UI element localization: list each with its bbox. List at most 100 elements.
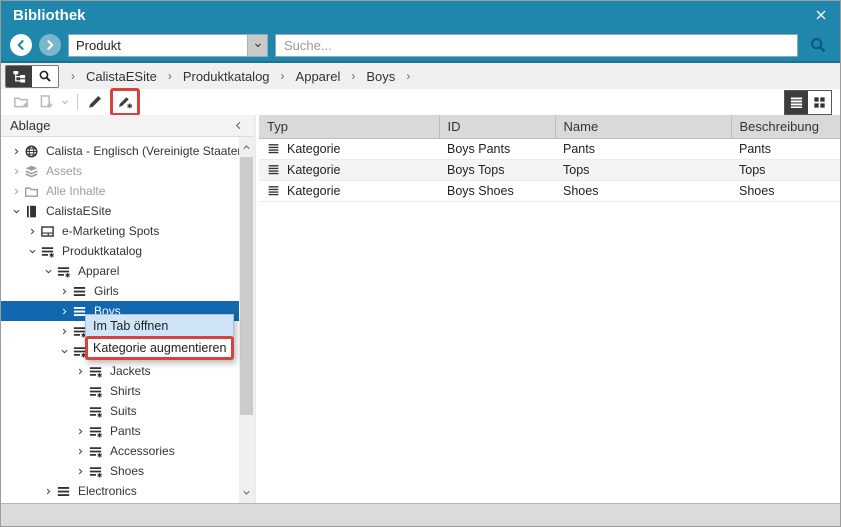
tree-item-assets[interactable]: Assets bbox=[1, 161, 239, 181]
toolbar bbox=[1, 89, 840, 115]
chevron-down-icon[interactable] bbox=[247, 35, 267, 56]
forward-button[interactable] bbox=[39, 34, 61, 56]
chevron-right-icon[interactable] bbox=[73, 446, 88, 457]
explorer-mode-toggle bbox=[5, 65, 59, 88]
tree-item-calista-englisch-vereinigte-staaten[interactable]: Calista - Englisch (Vereinigte Staaten) bbox=[1, 141, 239, 161]
tree-view-toggle-button[interactable] bbox=[6, 66, 32, 87]
dropdown-chevron-button[interactable] bbox=[57, 91, 72, 113]
tree-item-girls[interactable]: Girls bbox=[1, 281, 239, 301]
lines-star-icon bbox=[56, 264, 72, 279]
column-header[interactable]: ID bbox=[439, 115, 555, 138]
scroll-down-icon[interactable] bbox=[239, 485, 254, 500]
tree-scrollbar[interactable] bbox=[239, 137, 254, 503]
view-toggle-group bbox=[784, 90, 832, 115]
column-header[interactable]: Name bbox=[555, 115, 731, 138]
cell-id: Boys Tops bbox=[439, 159, 555, 180]
cell-name: Pants bbox=[555, 138, 731, 159]
table-row[interactable]: KategorieBoys ShoesShoesShoes bbox=[259, 180, 840, 201]
breadcrumb-separator: › bbox=[71, 69, 75, 83]
tree-item-e-marketing-spots[interactable]: e-Marketing Spots bbox=[1, 221, 239, 241]
augment-pencil-button[interactable] bbox=[113, 91, 137, 113]
list-view-button[interactable] bbox=[785, 91, 808, 114]
tree-item-alle-inhalte[interactable]: Alle Inhalte bbox=[1, 181, 239, 201]
breadcrumb-separator: › bbox=[281, 69, 285, 83]
breadcrumb-separator: › bbox=[351, 69, 355, 83]
tree-item-electronics[interactable]: Electronics bbox=[1, 481, 239, 501]
collapse-panel-icon[interactable] bbox=[232, 119, 245, 132]
breadcrumb-item[interactable]: Produktkatalog bbox=[183, 69, 270, 84]
breadcrumb-separator: › bbox=[168, 69, 172, 83]
tree-item-label: Electronics bbox=[78, 484, 137, 498]
tree-item-suits[interactable]: Suits bbox=[1, 401, 239, 421]
chevron-down-icon[interactable] bbox=[25, 246, 40, 257]
tree-item-label: Assets bbox=[46, 164, 82, 178]
tree-item-pants[interactable]: Pants bbox=[1, 421, 239, 441]
chevron-down-icon[interactable] bbox=[9, 206, 24, 217]
column-header[interactable]: Typ bbox=[259, 115, 439, 138]
table-row[interactable]: KategorieBoys TopsTopsTops bbox=[259, 159, 840, 180]
tree-item-apparel[interactable]: Apparel bbox=[1, 261, 239, 281]
chevron-right-icon[interactable] bbox=[73, 426, 88, 437]
back-button[interactable] bbox=[10, 34, 32, 56]
page-title: Bibliothek bbox=[13, 7, 86, 24]
tree-item-accessories[interactable]: Accessories bbox=[1, 441, 239, 461]
new-folder-button[interactable] bbox=[9, 91, 33, 113]
content-panel: TypIDNameBeschreibung KategorieBoys Pant… bbox=[256, 115, 840, 503]
lines-star-icon bbox=[88, 444, 104, 459]
layers-icon bbox=[24, 164, 40, 179]
column-header[interactable]: Beschreibung bbox=[731, 115, 840, 138]
library-window: Bibliothek Produkt › CalistaESite › Produkt… bbox=[0, 0, 841, 527]
breadcrumb-item[interactable]: Apparel bbox=[296, 69, 341, 84]
chevron-right-icon[interactable] bbox=[73, 366, 88, 377]
dropdown-chevron-icon bbox=[59, 96, 71, 108]
chevron-right-icon[interactable] bbox=[57, 306, 72, 317]
scrollbar-thumb[interactable] bbox=[240, 157, 253, 415]
breadcrumb-item[interactable]: CalistaESite bbox=[86, 69, 157, 84]
category-table: TypIDNameBeschreibung KategorieBoys Pant… bbox=[259, 115, 840, 202]
chevron-right-icon[interactable] bbox=[9, 146, 24, 157]
tree-item-label: CalistaESite bbox=[46, 204, 111, 218]
edit-pencil-icon bbox=[87, 94, 103, 110]
context-menu-item[interactable]: Kategorie augmentieren bbox=[86, 337, 233, 359]
chevron-down-icon[interactable] bbox=[41, 266, 56, 277]
tree-item-shirts[interactable]: Shirts bbox=[1, 381, 239, 401]
chevron-right-icon[interactable] bbox=[9, 186, 24, 197]
copy-add-button[interactable] bbox=[33, 91, 57, 113]
chevron-down-icon[interactable] bbox=[57, 346, 72, 357]
search-category-dropdown[interactable]: Produkt bbox=[68, 34, 268, 57]
breadcrumb: › CalistaESite › Produktkatalog › Apparel › Boy… bbox=[71, 69, 410, 84]
search-input[interactable] bbox=[275, 34, 798, 57]
context-menu-item[interactable]: Im Tab öffnen bbox=[86, 315, 233, 337]
tree-item-jackets[interactable]: Jackets bbox=[1, 361, 239, 381]
search-view-toggle-button[interactable] bbox=[32, 66, 58, 87]
explorer-panel-header: Ablage bbox=[1, 115, 254, 137]
chevron-right-icon[interactable] bbox=[73, 466, 88, 477]
lines4-icon bbox=[267, 163, 280, 176]
chevron-right-icon[interactable] bbox=[57, 286, 72, 297]
scroll-up-icon[interactable] bbox=[239, 140, 254, 155]
augment-pencil-icon bbox=[117, 94, 133, 110]
globe-icon bbox=[24, 144, 40, 159]
chevron-right-icon[interactable] bbox=[41, 486, 56, 497]
tree-item-label: Alle Inhalte bbox=[46, 184, 105, 198]
table-row[interactable]: KategorieBoys PantsPantsPants bbox=[259, 138, 840, 159]
close-icon[interactable] bbox=[814, 8, 828, 22]
chevron-right-icon[interactable] bbox=[9, 166, 24, 177]
tree-item-shoes[interactable]: Shoes bbox=[1, 461, 239, 481]
breadcrumb-item[interactable]: Boys bbox=[366, 69, 395, 84]
cell-beschreibung: Shoes bbox=[731, 180, 840, 201]
tree-item-label: Shoes bbox=[110, 464, 144, 478]
search-icon[interactable] bbox=[805, 36, 831, 54]
tree-item-label: Pants bbox=[110, 424, 141, 438]
grid-view-button[interactable] bbox=[808, 91, 831, 114]
edit-pencil-button[interactable] bbox=[83, 91, 107, 113]
tree-item-calistaesite[interactable]: CalistaESite bbox=[1, 201, 239, 221]
tree-item-label: Suits bbox=[110, 404, 137, 418]
chevron-right-icon[interactable] bbox=[57, 326, 72, 337]
explorer-panel-title: Ablage bbox=[10, 118, 50, 133]
new-folder-icon bbox=[13, 94, 29, 110]
chevron-right-icon[interactable] bbox=[25, 226, 40, 237]
title-bar: Bibliothek bbox=[1, 1, 840, 29]
tree-item-produktkatalog[interactable]: Produktkatalog bbox=[1, 241, 239, 261]
lines-icon bbox=[56, 484, 72, 499]
